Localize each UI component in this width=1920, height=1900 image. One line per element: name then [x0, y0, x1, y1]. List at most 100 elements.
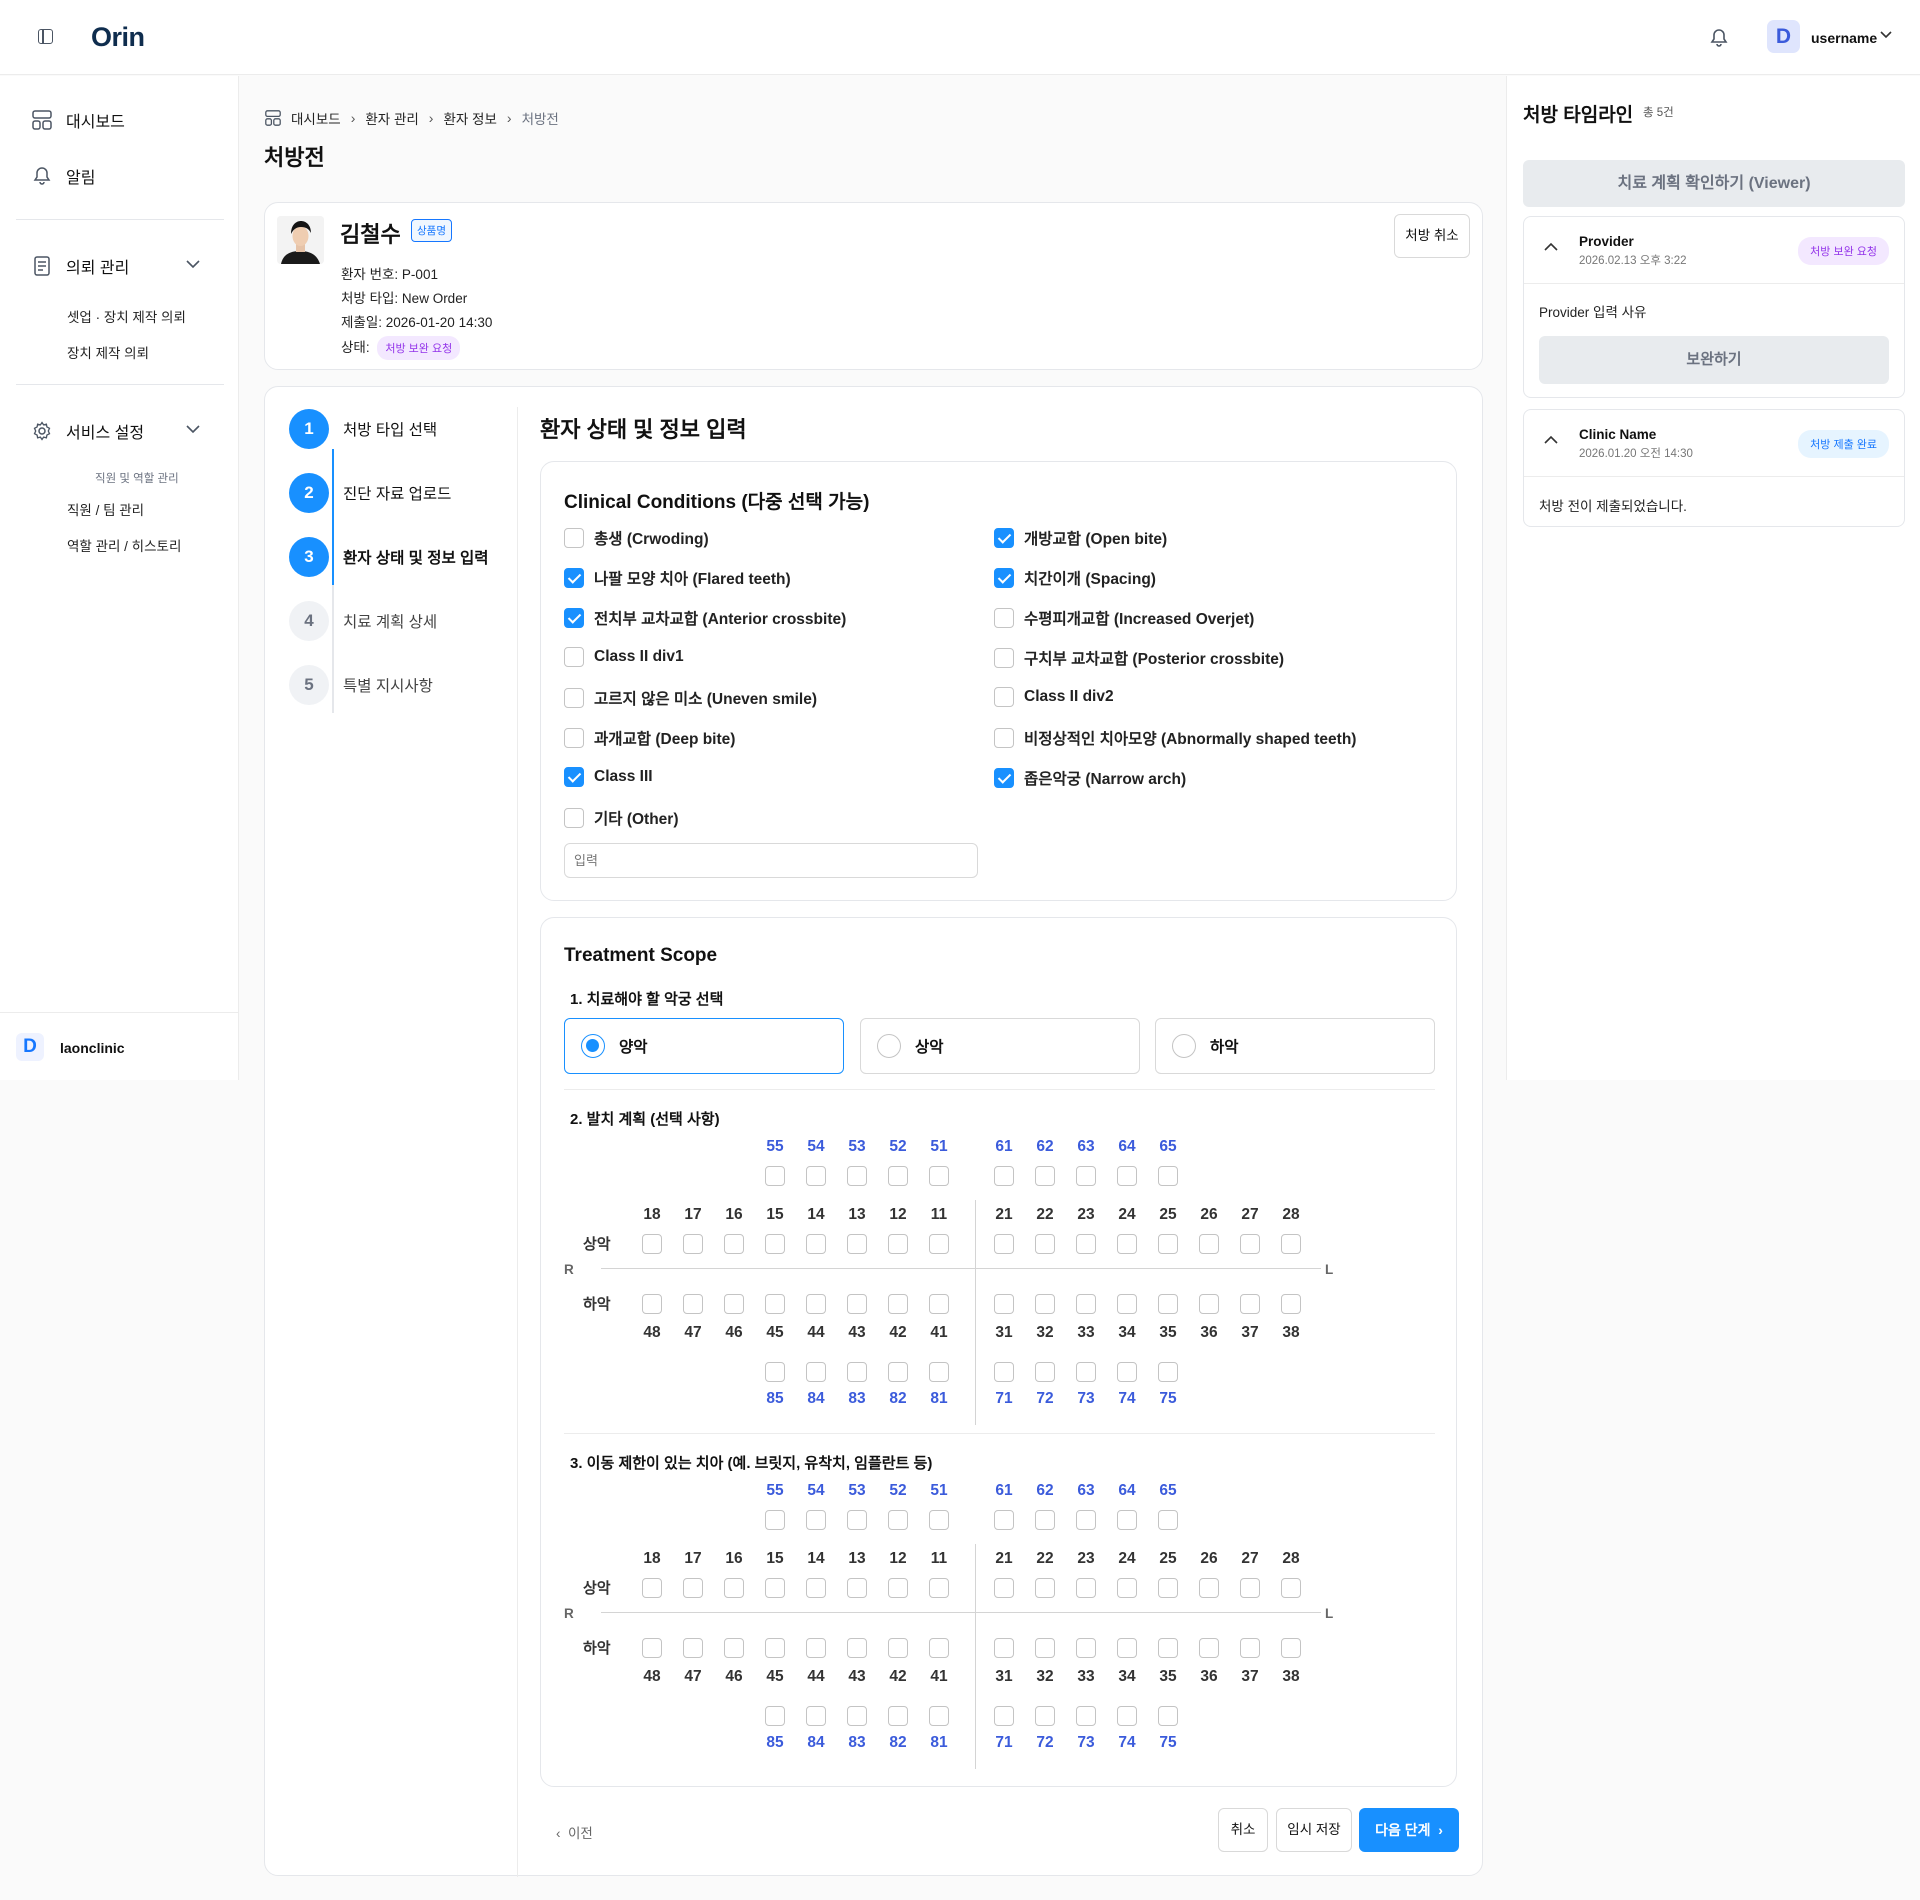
tooth-checkbox[interactable]	[642, 1578, 662, 1598]
sidebar-toggle-icon[interactable]	[38, 29, 53, 44]
other-condition-input[interactable]	[564, 843, 978, 878]
tooth-checkbox[interactable]	[847, 1510, 867, 1530]
tooth-checkbox[interactable]	[1117, 1362, 1137, 1382]
condition-checkbox-row[interactable]: 고르지 않은 미소 (Uneven smile)	[564, 687, 817, 709]
tooth-checkbox[interactable]	[1035, 1510, 1055, 1530]
condition-checkbox-row[interactable]: 좁은악궁 (Narrow arch)	[994, 767, 1186, 789]
logo[interactable]: Orin	[91, 22, 145, 53]
sidebar-footer[interactable]: D laonclinic	[0, 1012, 239, 1080]
tooth-checkbox[interactable]	[806, 1166, 826, 1186]
tooth-checkbox[interactable]	[929, 1234, 949, 1254]
tooth-checkbox[interactable]	[929, 1166, 949, 1186]
tooth-checkbox[interactable]	[1199, 1578, 1219, 1598]
step-2[interactable]: 2 진단 자료 업로드	[289, 473, 489, 513]
tooth-checkbox[interactable]	[929, 1510, 949, 1530]
tooth-checkbox[interactable]	[847, 1362, 867, 1382]
tooth-checkbox[interactable]	[847, 1578, 867, 1598]
tooth-checkbox[interactable]	[1199, 1294, 1219, 1314]
tooth-checkbox[interactable]	[994, 1166, 1014, 1186]
arch-option-both[interactable]: 양악	[564, 1018, 844, 1074]
tooth-checkbox[interactable]	[888, 1166, 908, 1186]
checkbox[interactable]	[564, 808, 584, 828]
tooth-checkbox[interactable]	[1076, 1362, 1096, 1382]
radio-button[interactable]	[581, 1034, 605, 1058]
tooth-checkbox[interactable]	[683, 1638, 703, 1658]
tooth-checkbox[interactable]	[1117, 1166, 1137, 1186]
tooth-checkbox[interactable]	[806, 1510, 826, 1530]
tooth-checkbox[interactable]	[765, 1234, 785, 1254]
tooth-checkbox[interactable]	[1035, 1578, 1055, 1598]
tooth-checkbox[interactable]	[994, 1294, 1014, 1314]
tooth-checkbox[interactable]	[1117, 1638, 1137, 1658]
tooth-checkbox[interactable]	[847, 1294, 867, 1314]
tooth-checkbox[interactable]	[994, 1706, 1014, 1726]
checkbox[interactable]	[994, 687, 1014, 707]
tooth-checkbox[interactable]	[929, 1706, 949, 1726]
tooth-checkbox[interactable]	[1035, 1166, 1055, 1186]
checkbox-checked[interactable]	[564, 568, 584, 588]
condition-checkbox-row[interactable]: 총생 (Crwoding)	[564, 527, 709, 549]
checkbox-checked[interactable]	[994, 528, 1014, 548]
chevron-down-icon[interactable]	[1880, 31, 1892, 39]
breadcrumb-item[interactable]: 환자 정보	[443, 108, 496, 128]
chevron-down-icon[interactable]	[186, 260, 200, 269]
tooth-checkbox[interactable]	[1281, 1234, 1301, 1254]
username-label[interactable]: username	[1811, 30, 1877, 46]
checkbox[interactable]	[994, 608, 1014, 628]
tooth-checkbox[interactable]	[847, 1234, 867, 1254]
step-1[interactable]: 1 처방 타입 선택	[289, 409, 489, 449]
condition-checkbox-row[interactable]: Class II div1	[564, 647, 684, 667]
tooth-checkbox[interactable]	[994, 1234, 1014, 1254]
tooth-checkbox[interactable]	[1035, 1294, 1055, 1314]
tooth-checkbox[interactable]	[1117, 1510, 1137, 1530]
tooth-checkbox[interactable]	[1076, 1234, 1096, 1254]
tooth-checkbox[interactable]	[1240, 1638, 1260, 1658]
tooth-checkbox[interactable]	[1076, 1166, 1096, 1186]
tooth-checkbox[interactable]	[847, 1638, 867, 1658]
tooth-checkbox[interactable]	[1281, 1638, 1301, 1658]
checkbox[interactable]	[564, 528, 584, 548]
step-4[interactable]: 4 치료 계획 상세	[289, 601, 489, 641]
tooth-checkbox[interactable]	[1199, 1638, 1219, 1658]
tooth-checkbox[interactable]	[888, 1706, 908, 1726]
timeline-entry-header[interactable]: Provider 2026.02.13 오후 3:22 처방 보완 요청	[1524, 217, 1904, 284]
tooth-checkbox[interactable]	[724, 1638, 744, 1658]
sidebar-subitem[interactable]: 직원 / 팀 관리	[67, 499, 144, 519]
tooth-checkbox[interactable]	[1117, 1294, 1137, 1314]
tooth-checkbox[interactable]	[1158, 1362, 1178, 1382]
tooth-checkbox[interactable]	[1158, 1510, 1178, 1530]
viewer-button[interactable]: 치료 계획 확인하기 (Viewer)	[1523, 160, 1905, 207]
tooth-checkbox[interactable]	[929, 1294, 949, 1314]
tooth-checkbox[interactable]	[806, 1362, 826, 1382]
sidebar-subitem[interactable]: 역할 관리 / 히스토리	[67, 535, 181, 555]
sidebar-item-dashboard[interactable]: 대시보드	[32, 108, 125, 132]
tooth-checkbox[interactable]	[888, 1578, 908, 1598]
radio-button[interactable]	[877, 1034, 901, 1058]
tooth-checkbox[interactable]	[1158, 1294, 1178, 1314]
next-step-button[interactable]: 다음 단계 ›	[1359, 1808, 1459, 1852]
tooth-checkbox[interactable]	[1199, 1234, 1219, 1254]
timeline-entry-header[interactable]: Clinic Name 2026.01.20 오전 14:30 처방 제출 완료	[1524, 410, 1904, 477]
tooth-checkbox[interactable]	[1158, 1234, 1178, 1254]
sidebar-subitem[interactable]: 셋업 · 장치 제작 의뢰	[67, 306, 186, 326]
sidebar-item-service-settings[interactable]: 서비스 설정	[32, 419, 144, 443]
tooth-checkbox[interactable]	[929, 1638, 949, 1658]
tooth-checkbox[interactable]	[1158, 1638, 1178, 1658]
condition-checkbox-row[interactable]: 기타 (Other)	[564, 807, 679, 829]
tooth-checkbox[interactable]	[683, 1234, 703, 1254]
arch-option-lower[interactable]: 하악	[1155, 1018, 1435, 1074]
tooth-checkbox[interactable]	[1076, 1638, 1096, 1658]
condition-checkbox-row[interactable]: 과개교합 (Deep bite)	[564, 727, 735, 749]
chevron-down-icon[interactable]	[186, 425, 200, 434]
tooth-checkbox[interactable]	[1076, 1706, 1096, 1726]
tooth-checkbox[interactable]	[765, 1578, 785, 1598]
tooth-checkbox[interactable]	[806, 1294, 826, 1314]
tooth-checkbox[interactable]	[1240, 1234, 1260, 1254]
tooth-checkbox[interactable]	[765, 1638, 785, 1658]
tooth-checkbox[interactable]	[765, 1166, 785, 1186]
tooth-checkbox[interactable]	[1035, 1234, 1055, 1254]
user-avatar[interactable]: D	[1767, 20, 1800, 53]
temp-save-button[interactable]: 임시 저장	[1276, 1808, 1352, 1852]
tooth-checkbox[interactable]	[847, 1166, 867, 1186]
tooth-checkbox[interactable]	[724, 1294, 744, 1314]
